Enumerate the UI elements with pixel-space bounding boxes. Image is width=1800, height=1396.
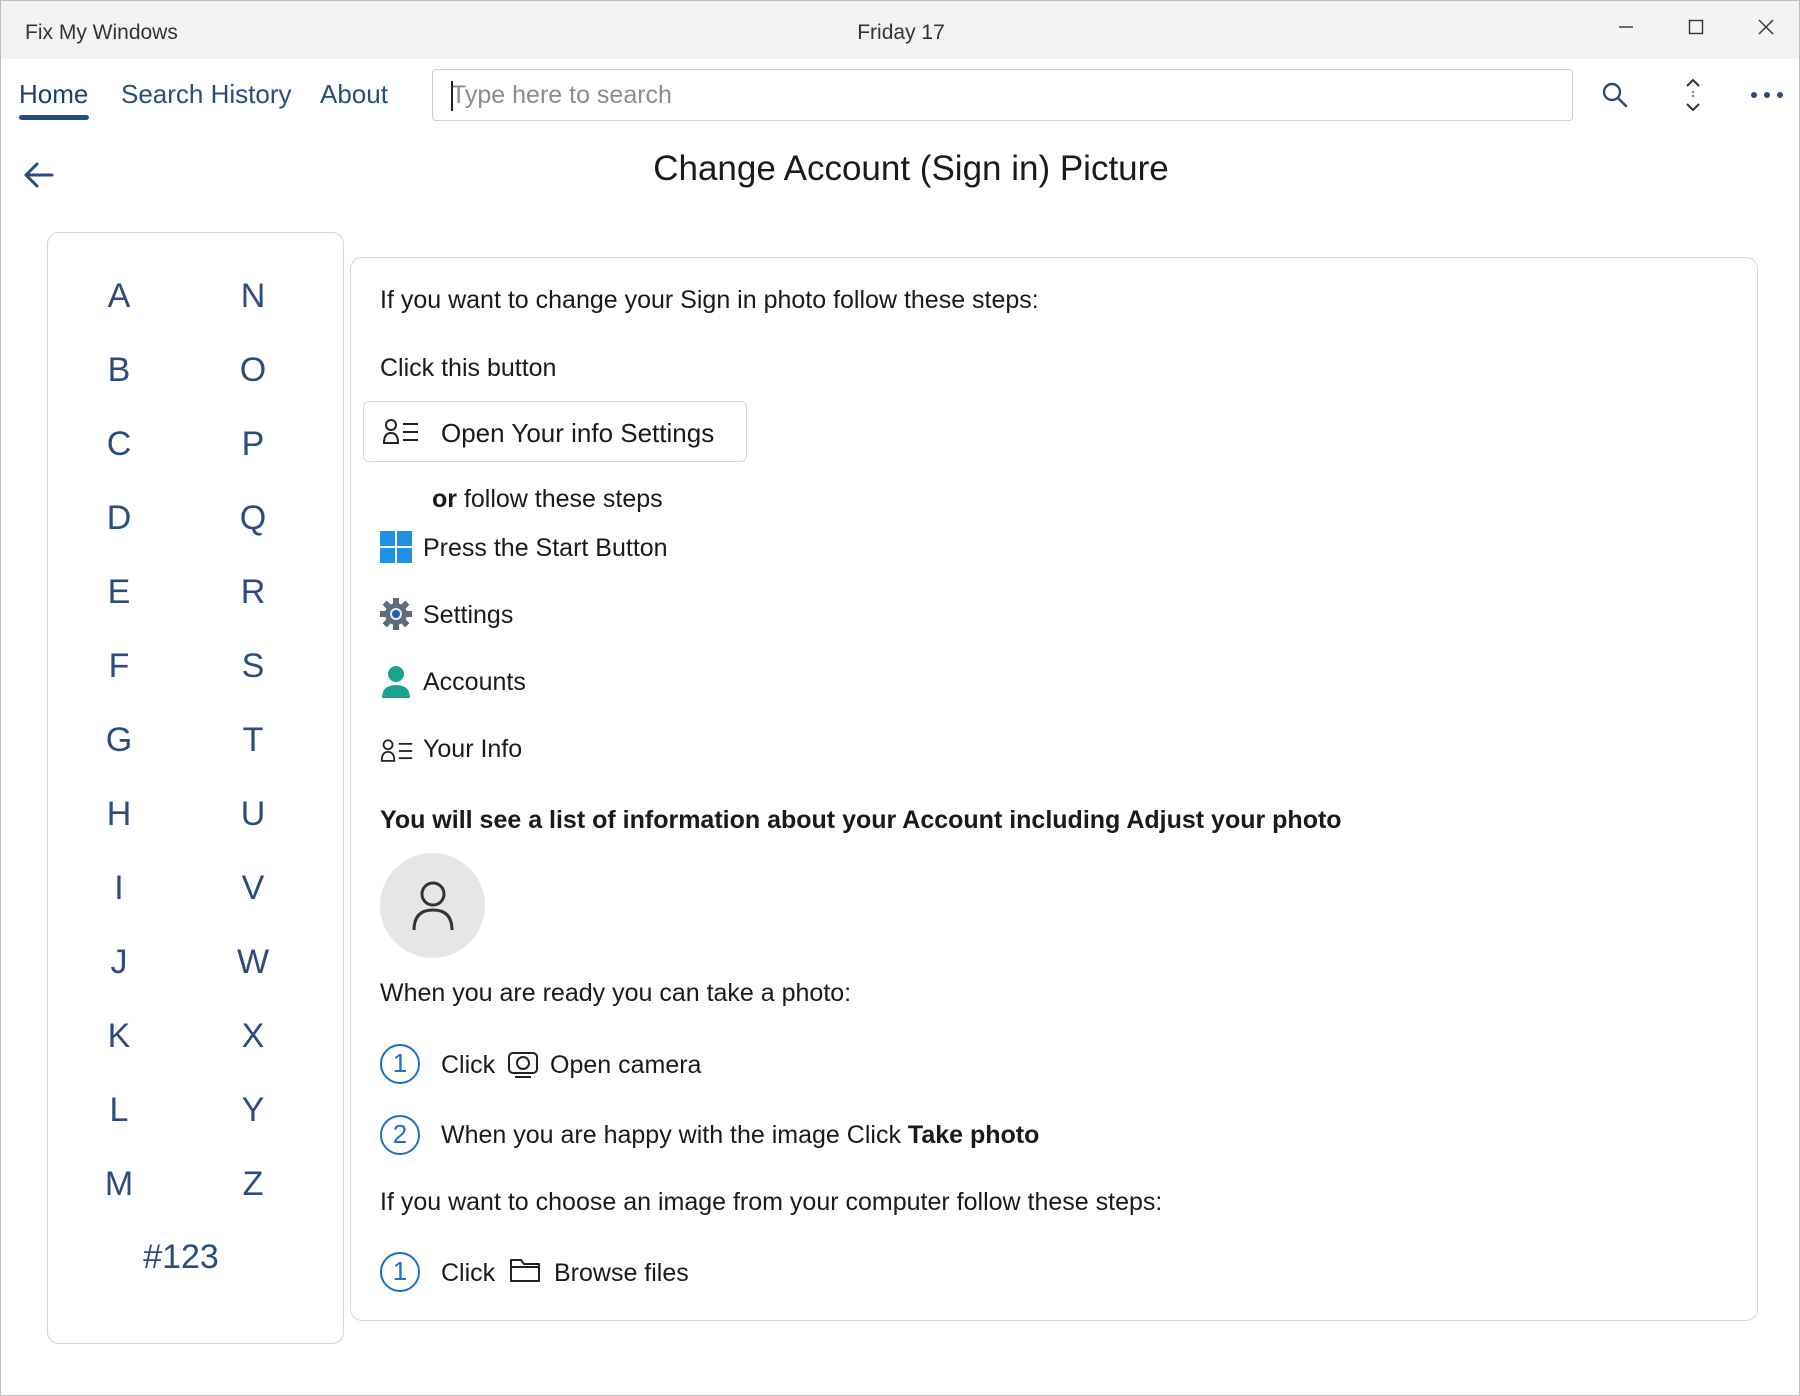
more-button[interactable] [1739,69,1795,121]
contact-card-icon [380,738,414,772]
search-button[interactable] [1587,69,1643,121]
alphabet-letter[interactable]: H [89,795,149,834]
alphabet-letter[interactable]: C [89,425,149,464]
browse-step-number-1: 1 [380,1252,420,1292]
open-your-info-settings-label: Open Your info Settings [441,418,715,448]
step-settings: Settings [423,601,514,629]
alphabet-letter[interactable]: U [223,795,283,834]
take-photo-label: Take photo [907,1121,1040,1149]
search-box[interactable] [432,69,1573,121]
nav-about[interactable]: About [320,79,388,110]
step-start-button: Press the Start Button [423,534,668,562]
alphabet-letter[interactable]: F [89,647,149,686]
search-input[interactable] [451,78,1551,112]
minimize-icon [1619,26,1633,28]
alphabet-letter[interactable]: W [223,943,283,982]
alphabet-letter[interactable]: N [223,277,283,316]
alphabet-letter[interactable]: Y [223,1091,283,1130]
settings-gear-icon [380,598,414,632]
or-label: or [432,485,457,513]
alphabet-letter[interactable]: D [89,499,149,538]
alphabet-letter[interactable]: O [223,351,283,390]
camera-icon [507,1049,541,1083]
alphabet-letter[interactable]: I [89,869,149,908]
alphabet-letter[interactable]: L [89,1091,149,1130]
or-follow-steps-text: or follow these steps [432,485,663,514]
alphabet-numbers[interactable]: #123 [101,1238,261,1277]
follow-steps-label: follow these steps [457,485,663,513]
step-number-2: 2 [380,1115,420,1155]
click-label: Click [441,1051,496,1079]
choose-image-text: If you want to choose an image from your… [380,1188,1163,1216]
close-button[interactable] [1731,1,1800,53]
browse-files-label: Browse files [554,1259,689,1287]
windows-start-icon [380,531,414,565]
page-title: Change Account (Sign in) Picture [653,149,1169,188]
title-bar: Fix My Windows Friday 17 [1,1,1799,59]
alphabet-letter[interactable]: X [223,1017,283,1056]
alphabet-letter[interactable]: T [223,721,283,760]
app-window: Fix My Windows Friday 17 Home Search His… [0,0,1800,1396]
alphabet-letter[interactable]: P [223,425,283,464]
happy-image-label: When you are happy with the image Click [441,1121,908,1149]
alphabet-letter[interactable]: J [89,943,149,982]
contact-card-icon [382,418,420,451]
nav-home[interactable]: Home [19,79,88,110]
alphabet-letter[interactable]: G [89,721,149,760]
open-your-info-settings-button[interactable]: Open Your info Settings [363,401,747,462]
ready-photo-text: When you are ready you can take a photo: [380,979,852,1007]
nav-home-indicator [19,115,89,120]
browse-click-label: Click [441,1259,496,1287]
avatar [380,853,485,958]
happy-image-text: When you are happy with the image Click … [441,1121,1039,1150]
person-accounts-icon [380,665,414,699]
alphabet-letter[interactable]: Q [223,499,283,538]
more-dots-icon [1751,92,1783,98]
alphabet-letter[interactable]: R [223,573,283,612]
text-caret [451,81,453,111]
alphabet-letter[interactable]: E [89,573,149,612]
person-outline-icon [412,881,453,930]
alphabet-letter[interactable]: S [223,647,283,686]
open-camera-label: Open camera [550,1051,702,1079]
nav-search-history[interactable]: Search History [121,79,292,110]
minimize-button[interactable] [1591,1,1661,53]
step-your-info: Your Info [423,735,523,763]
click-this-button-text: Click this button [380,354,557,382]
search-icon [1602,82,1628,108]
alphabet-letter[interactable]: A [89,277,149,316]
step-accounts: Accounts [423,668,526,696]
folder-icon [509,1256,543,1290]
alphabet-letter[interactable]: V [223,869,283,908]
list-info-text: You will see a list of information about… [380,806,1342,834]
alphabet-letter[interactable]: K [89,1017,149,1056]
maximize-button[interactable] [1661,1,1731,53]
alphabet-letter[interactable]: B [89,351,149,390]
expand-collapse-button[interactable] [1665,69,1721,121]
step-number-1: 1 [380,1044,420,1084]
maximize-icon [1688,19,1704,35]
date-title: Friday 17 [857,21,945,44]
expand-collapse-icon [1686,78,1700,112]
close-icon [1758,19,1774,35]
alphabet-letter[interactable]: M [89,1165,149,1204]
alphabet-letter[interactable]: Z [223,1165,283,1204]
intro-text: If you want to change your Sign in photo… [380,286,1039,314]
